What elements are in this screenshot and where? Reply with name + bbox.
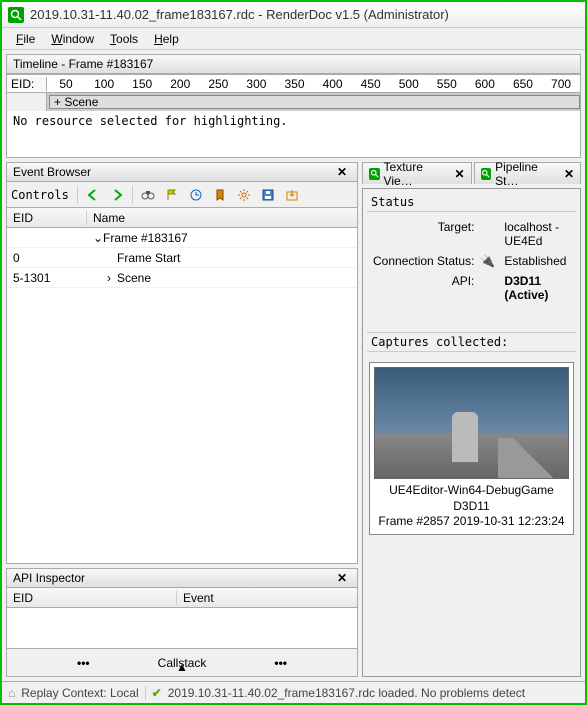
- gear-icon[interactable]: [233, 184, 255, 206]
- chevron-down-icon[interactable]: ⌄: [93, 231, 103, 245]
- magnifier-icon: [481, 168, 492, 180]
- tree-row[interactable]: 5-1301 ›Scene: [7, 268, 357, 288]
- event-browser-close-icon[interactable]: ✕: [333, 165, 351, 179]
- statusbar: ⌂ Replay Context: Local ✔ 2019.10.31-11.…: [2, 681, 585, 703]
- col-name[interactable]: Name: [87, 211, 357, 225]
- menu-window[interactable]: Window: [45, 30, 100, 48]
- next-arrow-icon[interactable]: [106, 184, 128, 206]
- capture-timestamp: Frame #2857 2019-10-31 12:23:24: [378, 514, 564, 530]
- status-pane: Status Target: localhost - UE4Ed Connect…: [362, 188, 581, 677]
- timeline-title-text: Timeline - Frame #183167: [13, 57, 153, 71]
- export-icon[interactable]: [281, 184, 303, 206]
- menu-tools[interactable]: Tools: [104, 30, 144, 48]
- tab-close-icon[interactable]: ✕: [455, 167, 465, 181]
- col-eid[interactable]: EID: [7, 591, 177, 605]
- timeline-eid-label: EID:: [7, 77, 47, 91]
- menubar: File Window Tools Help: [2, 28, 585, 50]
- callstack-bar[interactable]: ••• Callstack ••• ▲: [7, 648, 357, 676]
- capture-name: UE4Editor-Win64-DebugGame: [378, 483, 564, 499]
- timeline-panel: Timeline - Frame #183167 EID: 50 100 150…: [6, 54, 581, 158]
- replay-context: Replay Context: Local: [21, 686, 138, 700]
- binoculars-icon[interactable]: [137, 184, 159, 206]
- event-browser-toolbar: Controls: [7, 182, 357, 208]
- api-value: D3D11 (Active): [504, 274, 570, 302]
- tab-pipeline-state[interactable]: Pipeline St… ✕: [474, 162, 581, 184]
- app-window: 2019.10.31-11.40.02_frame183167.rdc - Re…: [0, 0, 587, 705]
- menu-file[interactable]: File: [10, 30, 41, 48]
- capture-api: D3D11: [378, 499, 564, 515]
- timeline-ruler[interactable]: 50 100 150 200 250 300 350 400 450 500 5…: [47, 77, 580, 91]
- conn-label: Connection Status:: [373, 254, 474, 268]
- main-area: Timeline - Frame #183167 EID: 50 100 150…: [2, 50, 585, 681]
- capture-card[interactable]: UE4Editor-Win64-DebugGame D3D11 Frame #2…: [369, 362, 574, 535]
- dots-icon: •••: [77, 656, 90, 670]
- tab-close-icon[interactable]: ✕: [564, 167, 574, 181]
- flag-icon[interactable]: [161, 184, 183, 206]
- target-label: Target:: [373, 220, 474, 248]
- controls-label: Controls: [11, 188, 69, 202]
- col-event[interactable]: Event: [177, 591, 357, 605]
- chevron-up-icon[interactable]: ▲: [176, 660, 188, 674]
- check-icon: ✔: [152, 686, 162, 700]
- api-inspector-panel: API Inspector ✕ EID Event ••• Callstack …: [6, 568, 358, 677]
- save-icon[interactable]: [257, 184, 279, 206]
- captures-title: Captures collected:: [367, 332, 576, 352]
- api-inspector-title: API Inspector: [13, 571, 85, 585]
- col-eid[interactable]: EID: [7, 211, 87, 225]
- capture-thumbnail: [374, 367, 569, 479]
- timeline-scene-bar[interactable]: + Scene: [49, 95, 580, 109]
- timeline-title: Timeline - Frame #183167: [7, 55, 580, 74]
- titlebar: 2019.10.31-11.40.02_frame183167.rdc - Re…: [2, 2, 585, 28]
- tab-texture-viewer[interactable]: Texture Vie… ✕: [362, 162, 472, 184]
- right-tabs: Texture Vie… ✕ Pipeline St… ✕: [362, 162, 581, 184]
- chevron-right-icon[interactable]: ›: [107, 271, 117, 285]
- bookmark-icon[interactable]: [209, 184, 231, 206]
- conn-value: Established: [504, 254, 570, 268]
- event-tree[interactable]: EID Name ⌄Frame #183167 0 Frame Start: [7, 208, 357, 563]
- dots-icon: •••: [274, 656, 287, 670]
- api-label: API:: [373, 274, 474, 302]
- tree-row[interactable]: ⌄Frame #183167: [7, 228, 357, 248]
- target-value: localhost - UE4Ed: [504, 220, 570, 248]
- api-tree[interactable]: EID Event: [7, 588, 357, 648]
- prev-arrow-icon[interactable]: [82, 184, 104, 206]
- status-title: Status: [367, 193, 576, 212]
- clock-icon[interactable]: [185, 184, 207, 206]
- magnifier-icon: [369, 168, 380, 180]
- event-browser-panel: Event Browser ✕ Controls: [6, 162, 358, 564]
- window-title: 2019.10.31-11.40.02_frame183167.rdc - Re…: [30, 7, 579, 22]
- api-inspector-close-icon[interactable]: ✕: [333, 571, 351, 585]
- status-message: 2019.10.31-11.40.02_frame183167.rdc load…: [168, 686, 525, 700]
- app-icon: [8, 7, 24, 23]
- tree-row[interactable]: 0 Frame Start: [7, 248, 357, 268]
- home-icon[interactable]: ⌂: [8, 686, 15, 700]
- event-browser-title: Event Browser: [13, 165, 91, 179]
- timeline-message: No resource selected for highlighting.: [7, 111, 580, 157]
- menu-help[interactable]: Help: [148, 30, 185, 48]
- plug-icon: 🔌: [480, 254, 498, 268]
